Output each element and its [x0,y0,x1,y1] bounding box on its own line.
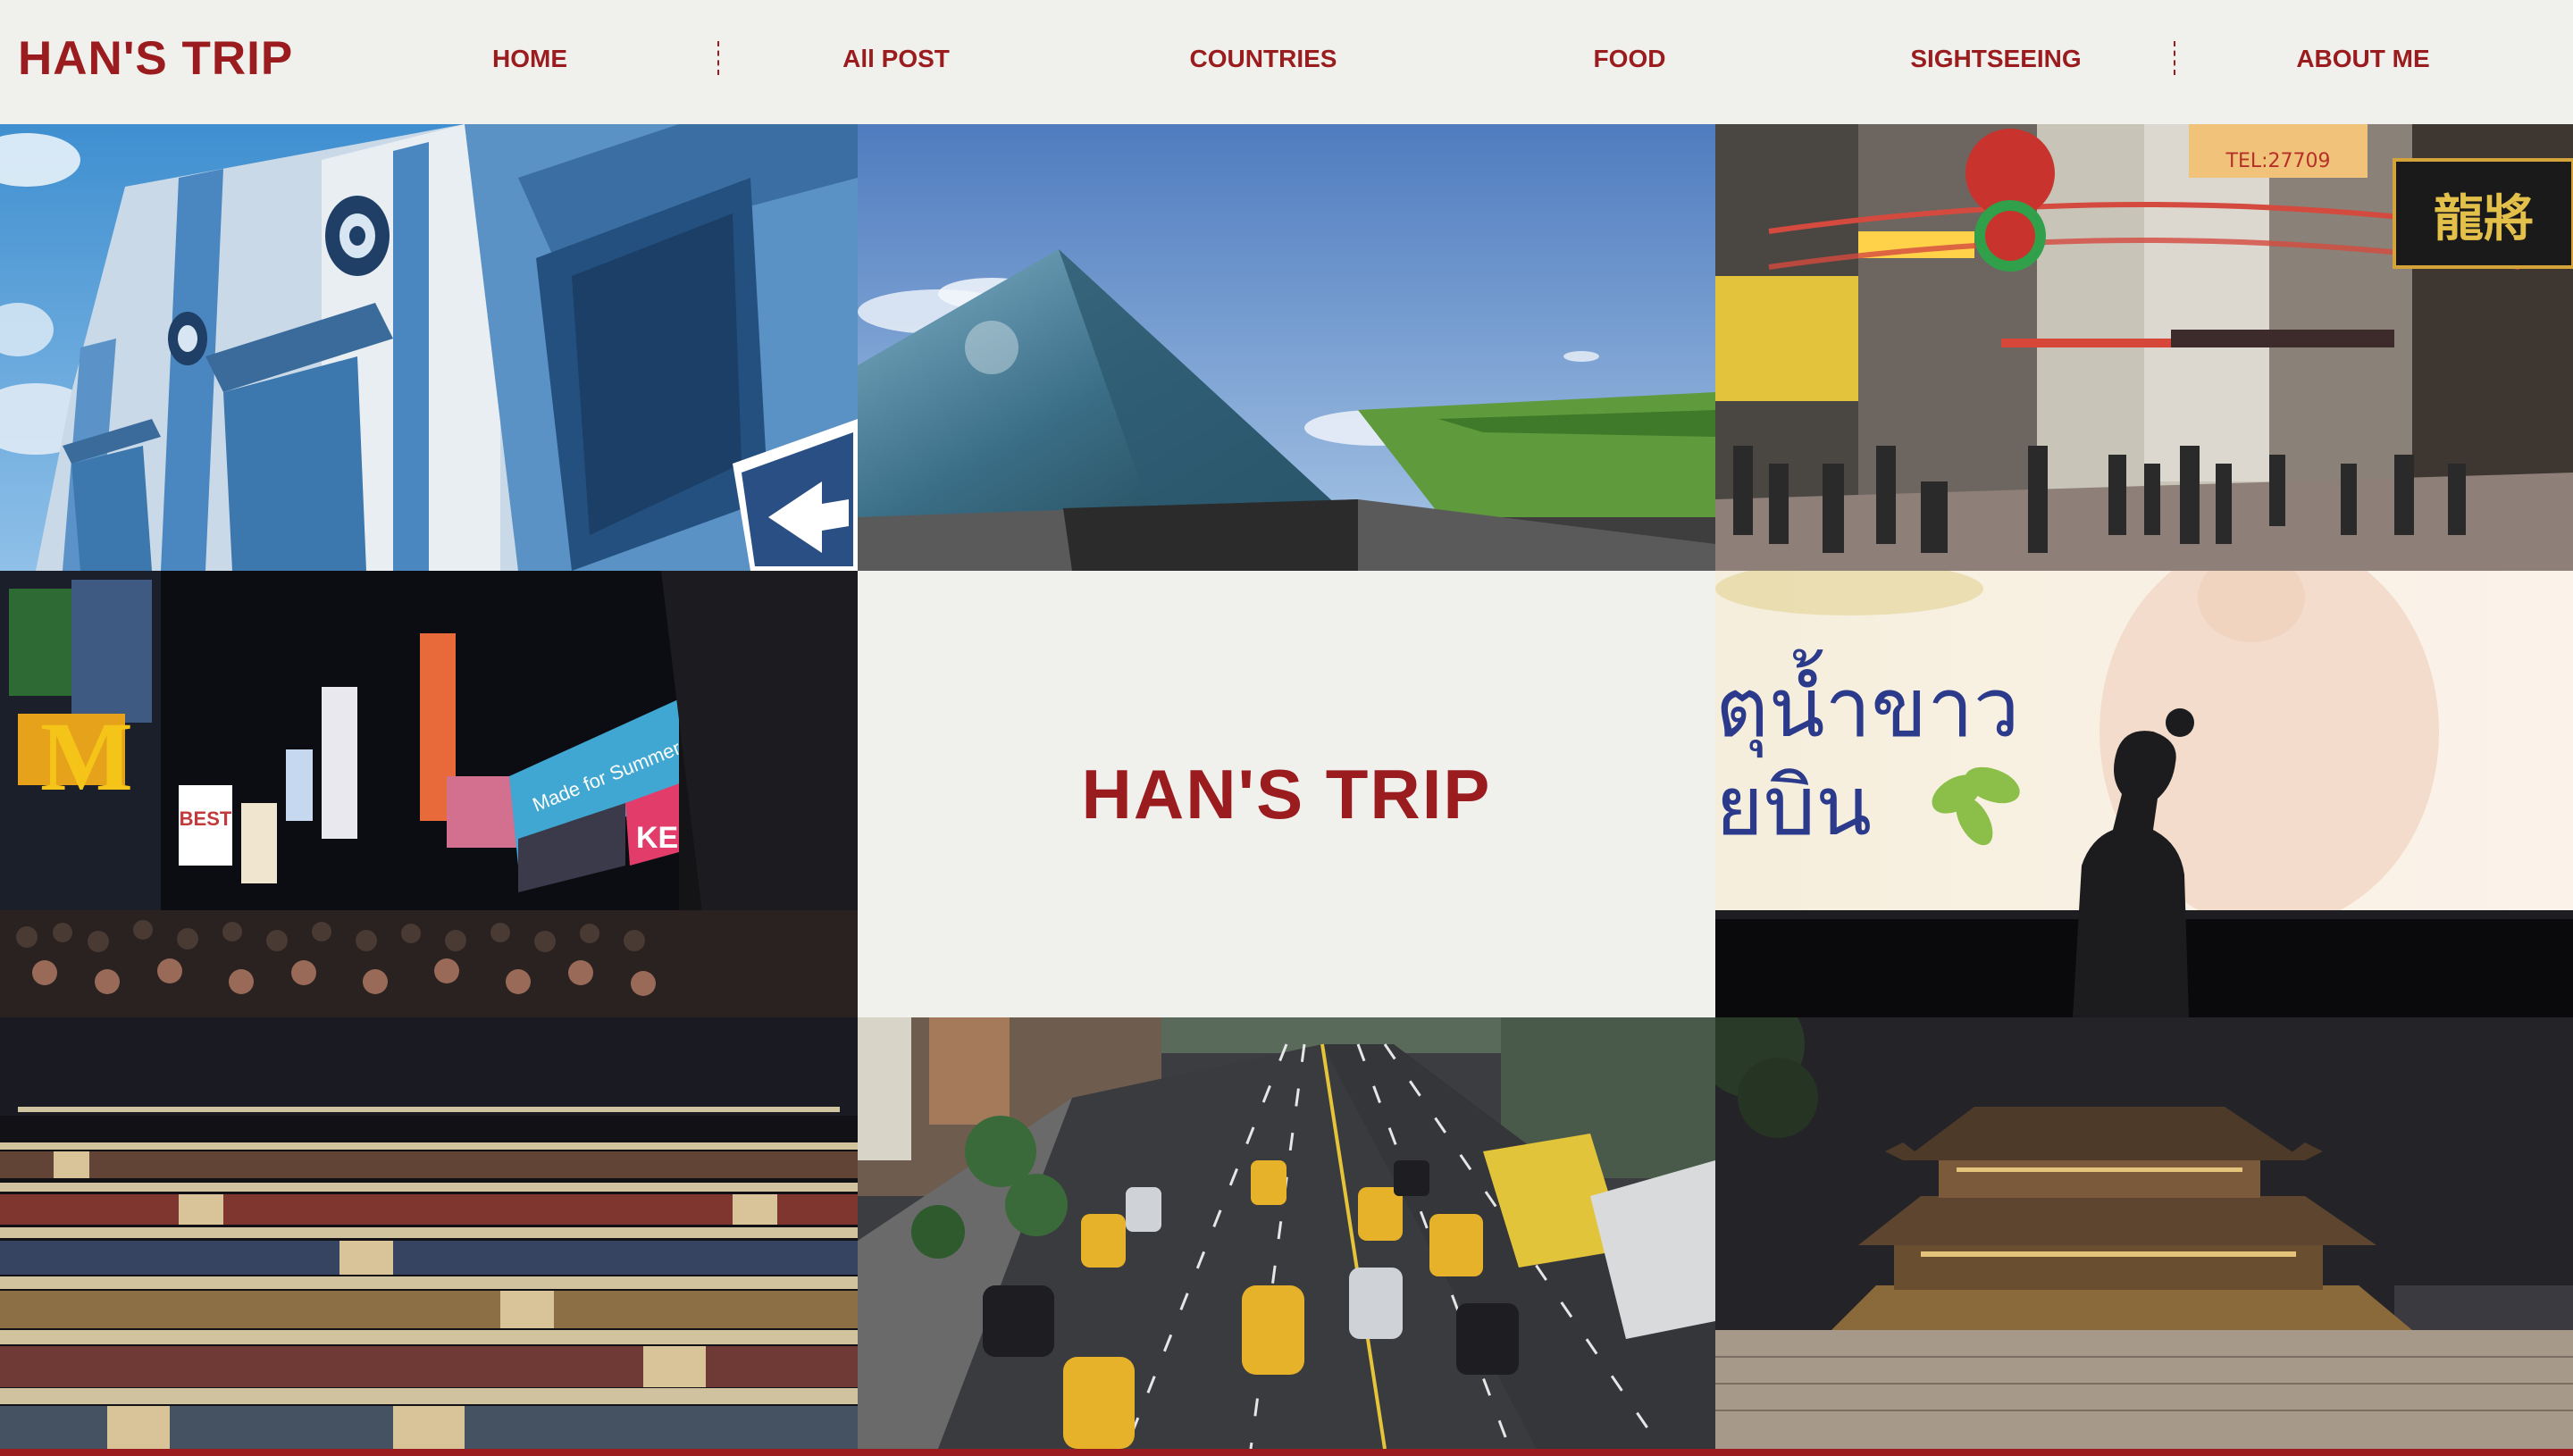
times-square-photo[interactable]: M BEST Made for Summer. KEEP K [0,571,858,1017]
thai-text-line-2: ยบิน [1715,758,1872,854]
billboard-silhouette-photo[interactable]: ตุน้ำขาว ยบิน [1715,571,2573,1017]
footer-bar [0,1449,2573,1456]
mcdonalds-sign: M [40,702,133,811]
hk-sign-tel: TEL:27709 [2225,150,2331,172]
site-logo[interactable]: HAN'S TRIP [18,32,293,86]
nav-about-me[interactable]: ABOUT ME [2296,41,2429,77]
nav-sightseeing[interactable]: SIGHTSEEING [1910,41,2081,77]
blue-building-photo[interactable] [0,124,858,571]
night-market-photo[interactable] [0,1017,858,1449]
hero-title: HAN'S TRIP [1081,754,1492,833]
glass-pyramid-photo[interactable] [858,124,1715,571]
nav-countries[interactable]: COUNTRIES [1190,41,1337,77]
site-header: HAN'S TRIP HOME All POST COUNTRIES FOOD … [0,0,2573,124]
best-sign: BEST [180,807,232,830]
hk-sign-dragon: 龍將 [2434,190,2534,248]
city-traffic-photo[interactable] [858,1017,1715,1449]
nav-home[interactable]: HOME [492,41,567,77]
palace-gate-photo[interactable] [1715,1017,2573,1449]
hero-title-panel: HAN'S TRIP [858,571,1715,1017]
nav-food[interactable]: FOOD [1594,41,1666,77]
nav-divider [717,41,719,75]
nav-all-post[interactable]: All POST [842,41,950,77]
nav-divider [2174,41,2175,75]
thai-text-line-1: ตุน้ำขาว [1715,649,2020,758]
hong-kong-street-photo[interactable]: 龍將 TEL:27709 [1715,124,2573,571]
